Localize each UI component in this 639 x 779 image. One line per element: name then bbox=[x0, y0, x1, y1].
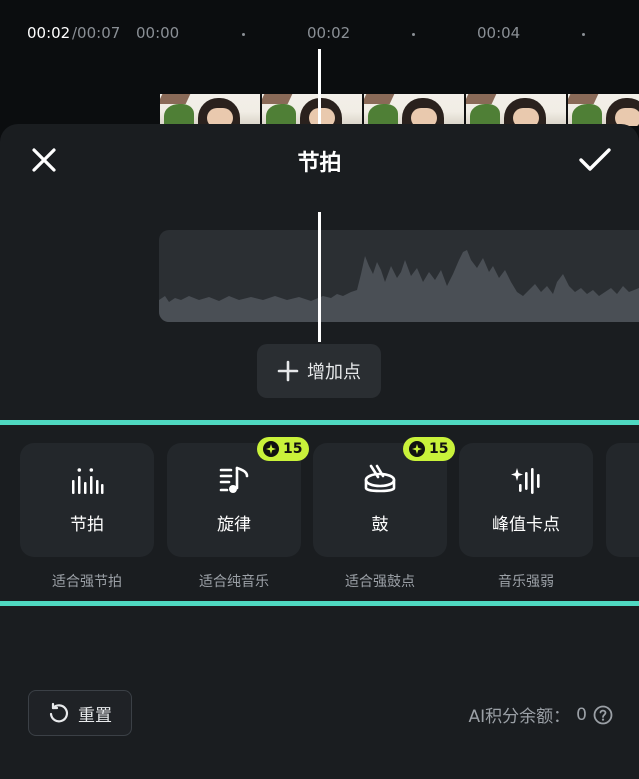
add-point-button[interactable]: 增加点 bbox=[257, 344, 381, 398]
help-icon[interactable] bbox=[593, 705, 613, 725]
tick-label: 00:02 bbox=[307, 24, 351, 42]
mode-card-drum[interactable]: 15 鼓 bbox=[313, 437, 455, 557]
beat-mode-strip: 节拍 适合强节拍 15 旋律 适合纯音乐 15 鼓 适合强鼓点 峰值卡点 音乐强… bbox=[0, 420, 639, 606]
check-icon bbox=[579, 148, 611, 171]
tick-dot bbox=[242, 33, 245, 36]
total-time: /00:07 bbox=[72, 24, 121, 42]
reset-button[interactable]: 重置 bbox=[28, 690, 132, 736]
credit-coin-icon bbox=[263, 441, 279, 457]
mode-card-peak[interactable]: 峰值卡点 bbox=[459, 443, 593, 557]
melody-notes-icon bbox=[219, 466, 249, 493]
video-thumbnail bbox=[364, 94, 466, 126]
reset-icon bbox=[49, 702, 69, 723]
current-time: 00:02 bbox=[27, 24, 71, 42]
confirm-button[interactable] bbox=[576, 144, 614, 176]
tick-dot bbox=[582, 33, 585, 36]
video-thumbnail bbox=[568, 94, 639, 126]
mode-card-melody[interactable]: 15 旋律 bbox=[167, 437, 309, 557]
mode-card-partial[interactable] bbox=[606, 443, 639, 557]
waveform-shape bbox=[159, 250, 639, 322]
ai-credit-balance: AI积分余额： 0 bbox=[469, 702, 613, 727]
mode-label: 节拍 bbox=[70, 515, 104, 535]
tick-dot bbox=[412, 33, 415, 36]
reset-label: 重置 bbox=[78, 705, 112, 726]
audio-waveform[interactable] bbox=[159, 230, 639, 322]
mode-description: 适合强节拍 bbox=[52, 574, 122, 590]
video-thumbnail bbox=[262, 94, 364, 126]
mode-description: 适合强鼓点 bbox=[345, 574, 415, 590]
credit-cost: 15 bbox=[429, 441, 449, 457]
tick-label: 00:04 bbox=[477, 24, 521, 42]
mode-card-beat[interactable]: 节拍 bbox=[20, 443, 154, 557]
drum-icon bbox=[364, 464, 396, 493]
playhead[interactable] bbox=[318, 49, 321, 124]
plus-icon bbox=[277, 360, 299, 382]
panel-title: 节拍 bbox=[297, 151, 342, 176]
peak-sparkle-icon bbox=[511, 468, 540, 494]
video-thumbnail bbox=[160, 94, 262, 126]
ai-balance-label: AI积分余额： bbox=[468, 707, 571, 727]
playhead-marker[interactable] bbox=[318, 212, 321, 342]
video-thumbnail-strip[interactable] bbox=[160, 94, 639, 126]
credit-coin-icon bbox=[409, 441, 425, 457]
ai-balance-value: 0 bbox=[576, 704, 587, 725]
tick-label: 00:00 bbox=[136, 24, 180, 42]
mode-description: 适合纯音乐 bbox=[199, 574, 269, 590]
mode-description: 音乐强弱 bbox=[498, 574, 554, 590]
beat-bars-icon bbox=[72, 468, 104, 494]
credit-cost-badge: 15 bbox=[403, 437, 455, 461]
credit-cost-badge: 15 bbox=[257, 437, 309, 461]
mode-label: 峰值卡点 bbox=[492, 515, 560, 535]
video-thumbnail bbox=[466, 94, 568, 126]
credit-cost: 15 bbox=[283, 441, 303, 457]
mode-label: 鼓 bbox=[371, 515, 389, 535]
add-point-label: 增加点 bbox=[307, 362, 361, 383]
mode-label: 旋律 bbox=[217, 515, 251, 535]
